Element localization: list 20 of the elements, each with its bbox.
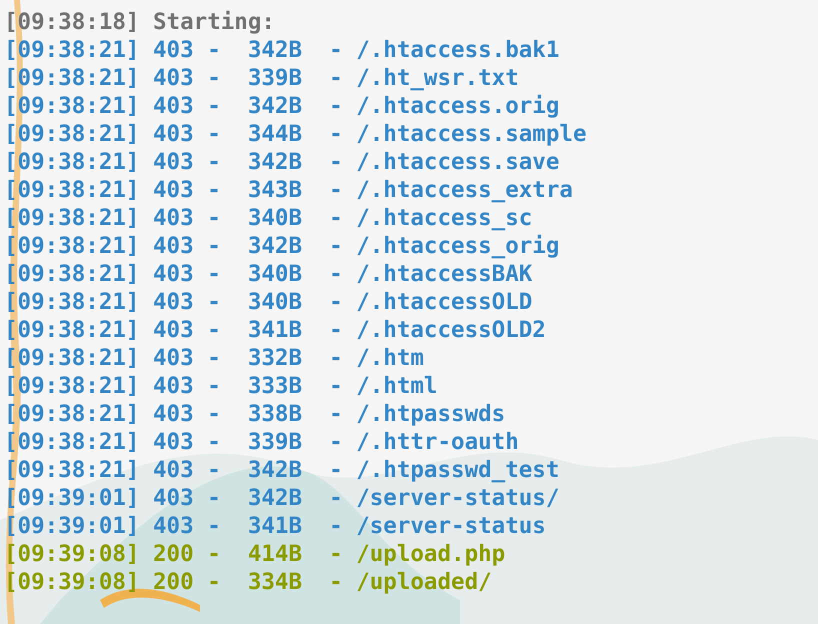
- log-line: [09:38:21] 403 - 342B - /.htpasswd_test: [4, 456, 560, 484]
- log-line: [09:39:08] 200 - 414B - /upload.php: [4, 540, 506, 568]
- log-line: [09:39:01] 403 - 341B - /server-status: [4, 512, 546, 540]
- log-line: [09:38:21] 403 - 332B - /.htm: [4, 344, 424, 372]
- log-line: [09:38:21] 403 - 342B - /.htaccess.save: [4, 148, 560, 176]
- log-line: [09:38:21] 403 - 342B - /.htaccess.bak1: [4, 36, 560, 64]
- log-line: [09:38:21] 403 - 342B - /.htaccess_orig: [4, 232, 560, 260]
- log-line: [09:38:21] 403 - 338B - /.htpasswds: [4, 400, 506, 428]
- log-line: [09:38:21] 403 - 340B - /.htaccess_sc: [4, 204, 532, 232]
- log-line: [09:39:08] 200 - 334B - /uploaded/: [4, 568, 492, 596]
- log-line: [09:38:21] 403 - 344B - /.htaccess.sample: [4, 120, 586, 148]
- log-line: [09:38:21] 403 - 340B - /.htaccessOLD: [4, 288, 532, 316]
- log-line: [09:38:21] 403 - 343B - /.htaccess_extra: [4, 176, 573, 204]
- log-line: [09:38:21] 403 - 339B - /.ht_wsr.txt: [4, 64, 519, 92]
- log-line: [09:38:21] 403 - 340B - /.htaccessBAK: [4, 260, 532, 288]
- log-line: [09:38:21] 403 - 333B - /.html: [4, 372, 438, 400]
- log-line: [09:39:01] 403 - 342B - /server-status/: [4, 484, 560, 512]
- log-line: [09:38:21] 403 - 339B - /.httr-oauth: [4, 428, 519, 456]
- log-line: [09:38:21] 403 - 341B - /.htaccessOLD2: [4, 316, 546, 344]
- log-line: [09:38:21] 403 - 342B - /.htaccess.orig: [4, 92, 560, 120]
